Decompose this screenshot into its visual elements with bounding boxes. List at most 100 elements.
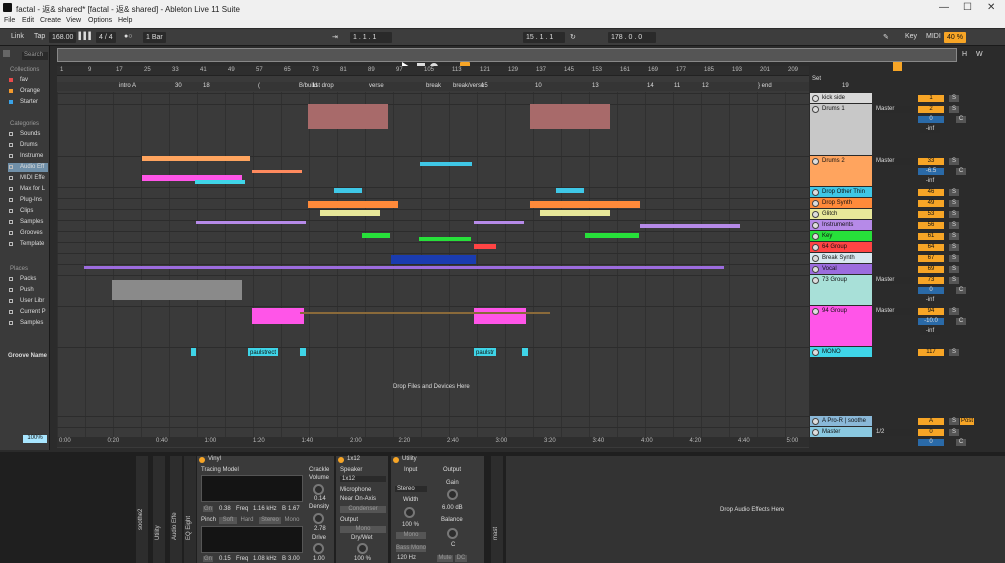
track-pan[interactable]: 0 (918, 439, 944, 446)
track-output-select[interactable]: Master (874, 308, 914, 315)
locator[interactable]: 15 (481, 83, 488, 89)
drywet-knob[interactable] (357, 543, 368, 554)
category-item[interactable]: Samples (20, 219, 43, 225)
draw-mode-icon[interactable]: ✎ (883, 33, 889, 41)
track-volume[interactable]: 61 (918, 233, 944, 240)
device-on-icon[interactable] (338, 457, 344, 463)
clip[interactable] (540, 210, 610, 216)
clip[interactable] (522, 348, 528, 356)
volume-knob[interactable] (313, 484, 324, 495)
track-fold-icon[interactable] (812, 255, 819, 262)
clip[interactable] (474, 221, 524, 224)
track-fold-icon[interactable] (812, 266, 819, 273)
beat-ruler[interactable]: 1 9 17 25 33 41 49 57 65 73 81 89 97 105 113 121 129 137 1… (57, 66, 809, 76)
center-button[interactable]: C (956, 168, 966, 175)
track-fold-icon[interactable] (812, 308, 819, 315)
collection-item[interactable]: Starter (20, 99, 38, 105)
menu-edit[interactable]: Edit (22, 17, 34, 24)
track-header[interactable]: Vocal (810, 264, 872, 275)
solo-button[interactable]: S (949, 189, 959, 196)
track-header[interactable]: Drop Synth (810, 198, 872, 209)
clip[interactable] (640, 224, 740, 228)
loop-start[interactable]: 15 . 1 . 1 (523, 32, 565, 43)
track-volume[interactable]: 53 (918, 211, 944, 218)
track-header[interactable]: 73 Group (810, 275, 872, 306)
solo-button[interactable]: S (949, 233, 959, 240)
track-volume[interactable]: A (918, 418, 944, 425)
place-item[interactable]: Packs (20, 276, 36, 282)
tap-button[interactable]: Tap (34, 33, 45, 40)
clip[interactable] (191, 348, 196, 356)
track-header[interactable]: Glitch (810, 209, 872, 220)
track-fold-icon[interactable] (812, 418, 819, 425)
category-item[interactable]: Audio Eff (20, 164, 44, 170)
volume-value[interactable]: 0.14 (314, 496, 326, 502)
nudge-icons[interactable]: ▐▐▐ (76, 33, 91, 40)
track-output-select[interactable]: 1/2 (874, 429, 914, 436)
loop-length[interactable]: 178 . 0 . 0 (608, 32, 656, 43)
clip[interactable] (320, 210, 380, 216)
track-volume[interactable]: 69 (918, 266, 944, 273)
gain-value[interactable]: 0.15 (219, 556, 231, 562)
gain-knob[interactable] (447, 489, 458, 500)
solo-button[interactable]: S (949, 211, 959, 218)
solo-button[interactable]: S (949, 349, 959, 356)
track-header[interactable]: Drums 2 (810, 156, 872, 187)
density-value[interactable]: 2.78 (314, 526, 326, 532)
clip[interactable] (556, 188, 584, 193)
drive-knob[interactable] (313, 543, 324, 554)
track-volume[interactable]: 117 (918, 349, 944, 356)
category-item[interactable]: Instrume (20, 153, 43, 159)
device-strip-utility[interactable] (153, 456, 165, 563)
density-knob[interactable] (313, 513, 324, 524)
track-fold-icon[interactable] (812, 277, 819, 284)
collection-item[interactable]: Orange (20, 88, 40, 94)
track-header[interactable]: A Pro-R | soothe (810, 416, 872, 427)
quantize-select[interactable]: 1 Bar (143, 32, 166, 43)
center-button[interactable]: C (956, 116, 966, 123)
track-output-select[interactable]: Master (874, 106, 914, 113)
follow-icon[interactable]: ⇥ (332, 33, 338, 41)
link-button[interactable]: Link (11, 33, 24, 40)
freq-value[interactable]: 1.08 kHz (253, 556, 277, 562)
track-header[interactable]: Break Synth (810, 253, 872, 264)
minimize-icon[interactable]: — (939, 2, 949, 13)
drive-value[interactable]: 1.00 (313, 556, 325, 562)
locator[interactable]: 30 (175, 83, 182, 89)
track-fold-icon[interactable] (812, 200, 819, 207)
solo-button[interactable]: S (949, 200, 959, 207)
track-header[interactable]: kick side (810, 93, 872, 104)
collection-item[interactable]: fav (20, 77, 28, 83)
place-item[interactable]: Push (20, 287, 34, 293)
locator[interactable]: } end (758, 83, 772, 89)
hard-button[interactable]: Hard (238, 517, 256, 524)
song-position[interactable]: 1 . 1 . 1 (350, 32, 392, 43)
microphone-select[interactable]: Near On-Axis (340, 496, 376, 502)
clip[interactable] (308, 201, 398, 208)
category-item[interactable]: Clips (20, 208, 33, 214)
track-volume[interactable]: 73 (918, 277, 944, 284)
track-header[interactable]: MONO (810, 347, 872, 358)
device-strip-eq-eight[interactable] (184, 456, 196, 563)
locator-bar[interactable]: intro A 30 18(B/build 1st drop verse break brea… (57, 82, 849, 91)
clip[interactable] (300, 312, 550, 314)
track-volume[interactable]: 94 (918, 308, 944, 315)
clip[interactable] (252, 308, 304, 324)
track-header[interactable]: Key (810, 231, 872, 242)
clip[interactable] (252, 170, 302, 173)
track-pan[interactable]: 0 (918, 116, 944, 123)
track-volume[interactable]: 46 (918, 189, 944, 196)
track-header[interactable]: Drop Other Thin (810, 187, 872, 198)
tempo-field[interactable]: 168.00 (49, 32, 77, 43)
category-item[interactable]: Grooves (20, 230, 43, 236)
clip[interactable] (196, 221, 306, 224)
solo-button[interactable]: S (949, 418, 959, 425)
track-pan[interactable]: -10.0 (918, 318, 944, 325)
cab-mono-button[interactable]: Mono (340, 526, 386, 533)
track-output-select[interactable]: Master (874, 158, 914, 165)
locator[interactable]: 14 (647, 83, 654, 89)
freq-value[interactable]: 1.16 kHz (253, 506, 277, 512)
clip[interactable] (195, 180, 245, 184)
clip[interactable] (300, 348, 306, 356)
track-volume[interactable]: 2 (918, 106, 944, 113)
